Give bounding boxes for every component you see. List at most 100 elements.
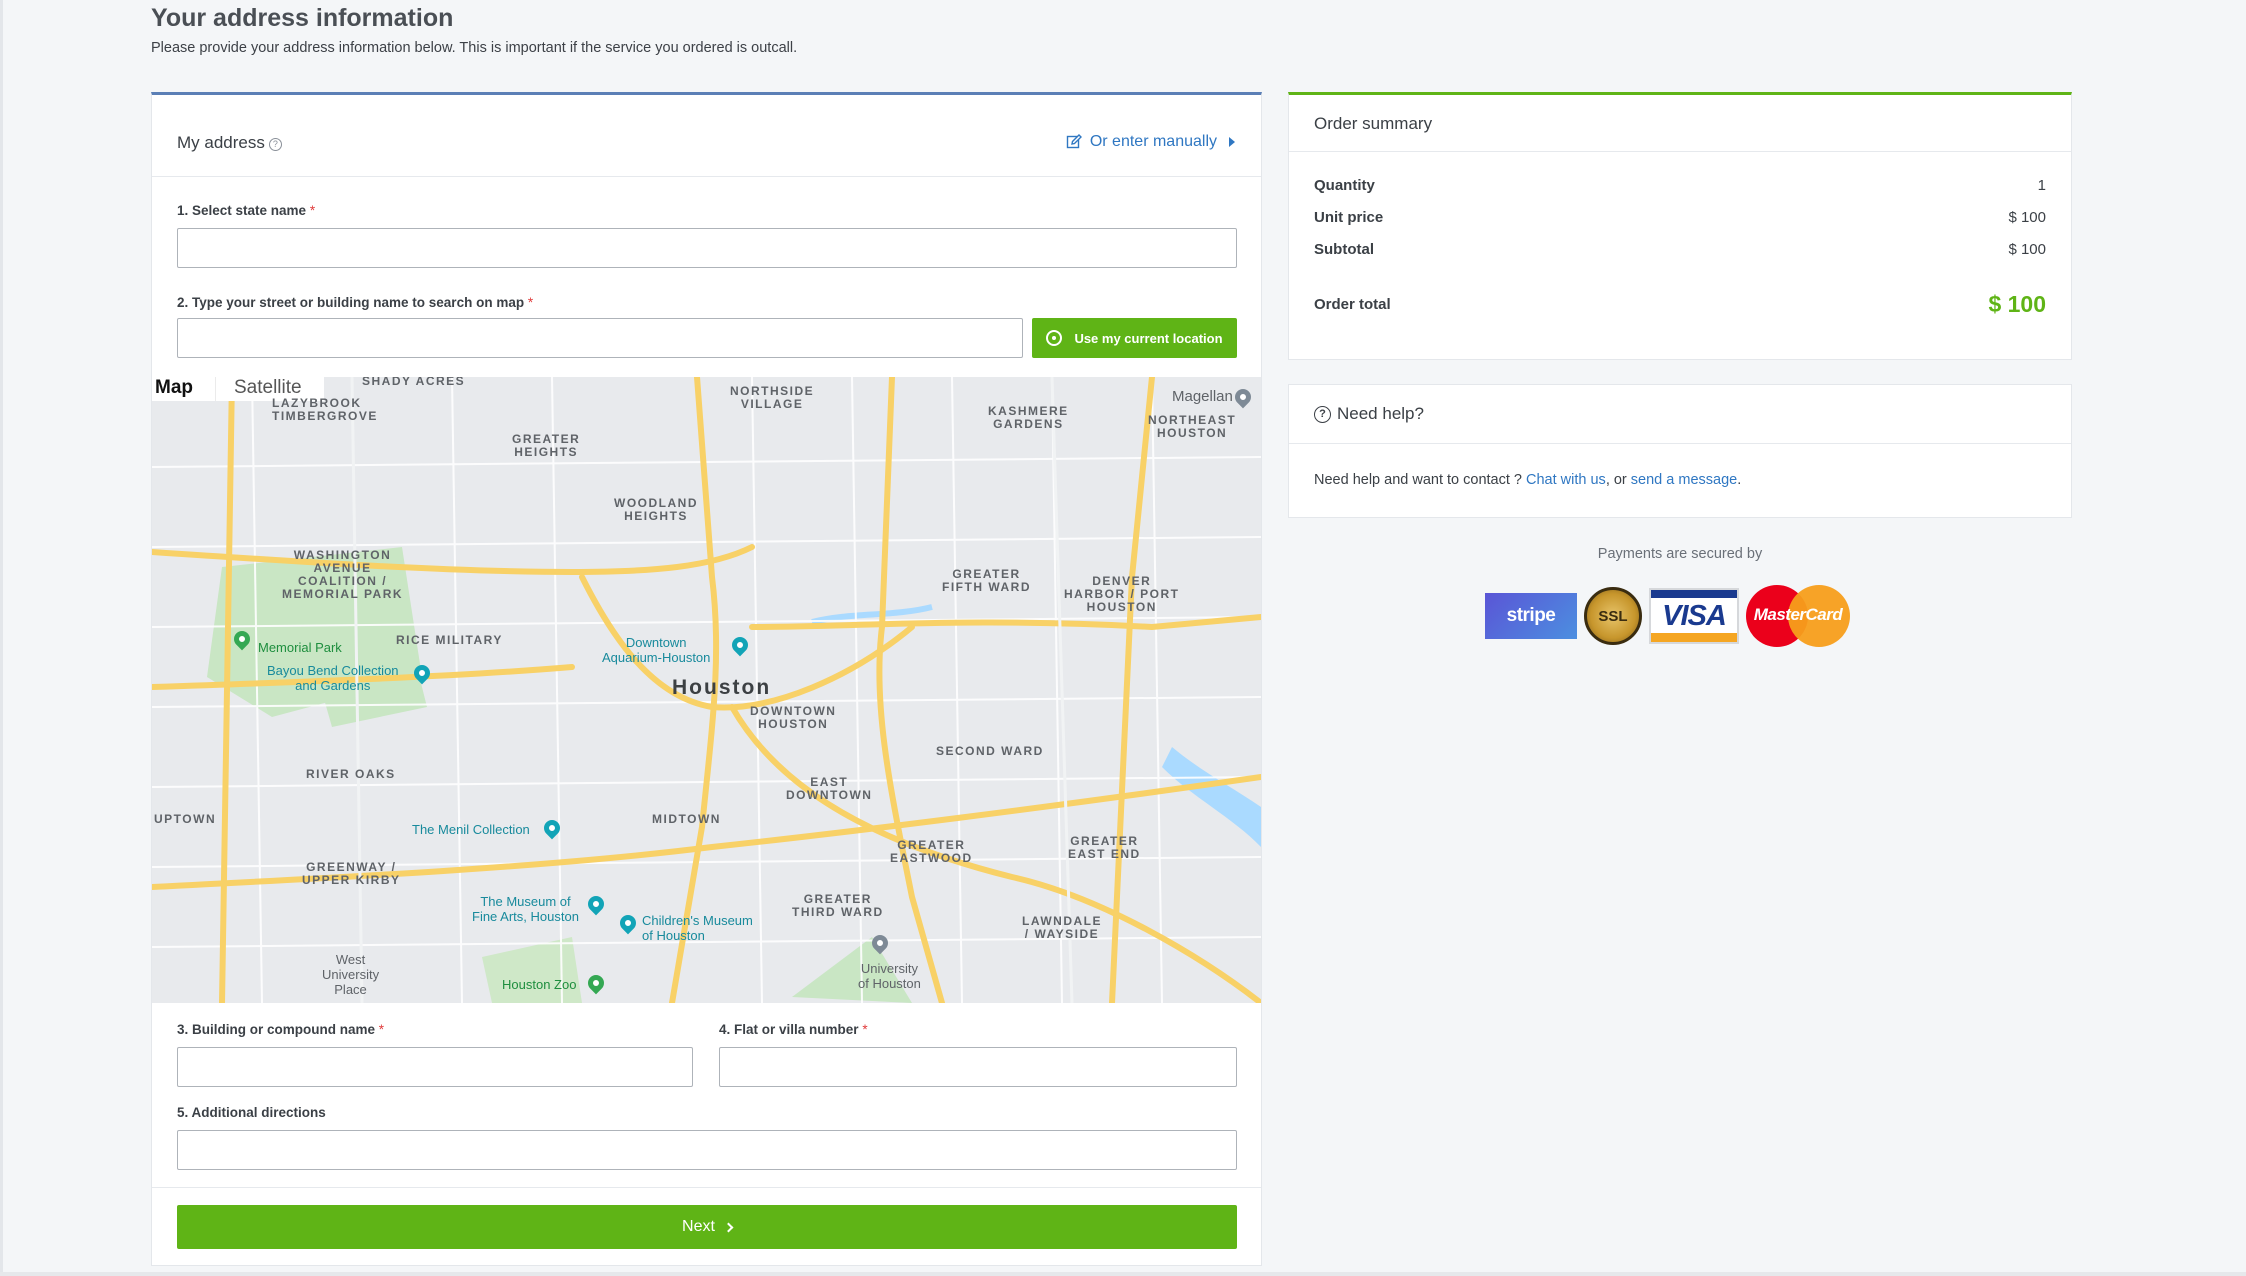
map-view[interactable]: Map Satellite SHADY ACRES LAZYBROOK TIMB… [152, 377, 1261, 1003]
my-address-title: My address? [177, 133, 282, 153]
payment-logos: stripe SSL VISA MasterCard [1485, 585, 1850, 647]
enter-manually-label: Or enter manually [1089, 133, 1217, 150]
summary-value: $ 100 [2008, 241, 2046, 258]
edit-icon [1066, 134, 1082, 149]
mastercard-logo: MasterCard [1746, 585, 1850, 647]
map-label-east-downtown: EAST DOWNTOWN [786, 775, 873, 802]
help-prefix: Need help and want to contact ? [1314, 472, 1527, 488]
visa-text: VISA [1662, 599, 1727, 632]
map-label-kashmere: KASHMERE GARDENS [988, 404, 1069, 431]
map-label-woodland-heights: WOODLAND HEIGHTS [614, 496, 698, 523]
use-current-location-button[interactable]: Use my current location [1032, 318, 1237, 358]
chat-with-us-link[interactable]: Chat with us [1526, 472, 1606, 488]
need-help-header: ? Need help? [1289, 385, 2071, 444]
address-card: My address? Or enter manually 1. Select … [151, 92, 1262, 1266]
poi-bayou-bend[interactable]: Bayou Bend Collection and Gardens [267, 663, 399, 693]
enter-manually-link[interactable]: Or enter manually [1066, 133, 1235, 151]
stripe-logo: stripe [1485, 593, 1577, 639]
map-label-greater-heights: GREATER HEIGHTS [512, 432, 581, 459]
summary-label: Quantity [1314, 177, 1375, 194]
page-bottom-border [0, 1272, 2246, 1276]
map-label-third-ward: GREATER THIRD WARD [792, 892, 884, 919]
order-total-label: Order total [1314, 296, 1391, 313]
map-label-fifth-ward: GREATER FIFTH WARD [942, 567, 1031, 594]
map-label-uptown: UPTOWN [154, 812, 217, 826]
map-label-downtown: DOWNTOWN HOUSTON [750, 704, 837, 731]
building-name-input[interactable] [177, 1047, 693, 1087]
order-total-value: $ 100 [1988, 291, 2046, 317]
map-label-greater-eastwood: GREATER EASTWOOD [890, 838, 973, 865]
summary-value: 1 [2037, 177, 2046, 194]
state-select-input[interactable] [177, 228, 1237, 268]
order-summary-title: Order summary [1314, 114, 1433, 133]
map-label-washington: WASHINGTON AVENUE COALITION / MEMORIAL P… [282, 548, 404, 601]
required-marker: * [862, 1022, 868, 1037]
poi-menil-collection[interactable]: The Menil Collection [412, 822, 530, 837]
street-label-text: 2. Type your street or building name to … [177, 295, 525, 310]
flat-label-text: 4. Flat or villa number [719, 1022, 859, 1037]
required-marker: * [527, 295, 534, 310]
map-label-midtown: MIDTOWN [652, 812, 721, 826]
order-summary-card: Order summary Quantity 1 Unit price $ 10… [1288, 92, 2072, 360]
page-title: Your address information [151, 4, 454, 32]
help-icon[interactable]: ? [268, 138, 282, 151]
map-label-greater-east-end: GREATER EAST END [1068, 834, 1141, 861]
poi-childrens-museum[interactable]: Children's Museum of Houston [642, 913, 753, 943]
form-footer-divider [152, 1187, 1261, 1188]
directions-label: 5. Additional directions [177, 1105, 326, 1120]
building-label: 3. Building or compound name * [177, 1022, 384, 1037]
need-help-card: ? Need help? Need help and want to conta… [1288, 384, 2072, 518]
map-label-northeast: NORTHEAST HOUSTON [1148, 413, 1237, 440]
poi-houston-zoo[interactable]: Houston Zoo [502, 977, 576, 992]
location-target-icon [1046, 330, 1063, 346]
poi-museum-fine-arts[interactable]: The Museum of Fine Arts, Houston [472, 894, 579, 924]
need-help-title: ? Need help? [1314, 404, 1424, 424]
payments-secured-text: Payments are secured by [1597, 546, 1763, 562]
page-subtitle: Please provide your address information … [151, 40, 798, 56]
question-circle-icon: ? [1314, 405, 1331, 423]
additional-directions-input[interactable] [177, 1130, 1237, 1170]
summary-label: Subtotal [1314, 241, 1374, 258]
required-marker: * [378, 1022, 385, 1037]
chevron-right-icon [723, 1222, 734, 1232]
next-label: Next [682, 1218, 715, 1235]
use-current-location-label: Use my current location [1074, 330, 1223, 346]
map-label-lawndale: LAWNDALE / WAYSIDE [1022, 914, 1102, 941]
poi-memorial-park[interactable]: Memorial Park [258, 640, 342, 655]
map-city-houston: Houston [672, 676, 772, 699]
map-label-timbergrove: TIMBERGROVE [272, 409, 378, 423]
map-label-rice-military: RICE MILITARY [396, 633, 503, 647]
visa-logo: VISA [1649, 588, 1739, 644]
street-label: 2. Type your street or building name to … [177, 295, 533, 310]
help-middle: , or [1605, 472, 1631, 488]
state-label-text: 1. Select state name [177, 203, 307, 218]
summary-value: $ 100 [2008, 209, 2046, 226]
map-label-magellan: Magellan [1172, 388, 1233, 405]
help-suffix: . [1737, 472, 1742, 488]
poi-university-houston[interactable]: University of Houston [858, 961, 921, 991]
need-help-label: Need help? [1337, 404, 1424, 423]
map-label-river-oaks: RIVER OAKS [306, 767, 396, 781]
state-label: 1. Select state name * [177, 203, 315, 218]
flat-label: 4. Flat or villa number * [719, 1022, 868, 1037]
next-button[interactable]: Next [177, 1205, 1237, 1249]
address-card-header: My address? Or enter manually [152, 95, 1261, 177]
poi-downtown-aquarium[interactable]: Downtown Aquarium-Houston [602, 635, 710, 665]
summary-row-total: Order total $ 100 [1314, 291, 2046, 318]
required-marker: * [309, 203, 316, 218]
map-label-denver-harbor: DENVER HARBOR / PORT HOUSTON [1064, 574, 1180, 614]
order-summary-header: Order summary [1289, 95, 2071, 152]
street-search-input[interactable] [177, 318, 1023, 358]
mastercard-text: MasterCard [1753, 605, 1843, 624]
summary-row-subtotal: Subtotal $ 100 [1314, 241, 2046, 258]
summary-label: Unit price [1314, 209, 1384, 226]
send-message-link[interactable]: send a message [1631, 472, 1737, 488]
summary-row-unit-price: Unit price $ 100 [1314, 209, 2046, 226]
ssl-seal-icon: SSL [1584, 587, 1642, 645]
need-help-text: Need help and want to contact ? Chat wit… [1314, 472, 1741, 488]
map-label-shady-acres: SHADY ACRES [362, 377, 466, 388]
map-label-northside: NORTHSIDE VILLAGE [730, 384, 815, 411]
map-label-west-university: West University Place [322, 952, 380, 997]
flat-number-input[interactable] [719, 1047, 1237, 1087]
map-tab-map[interactable]: Map [152, 377, 215, 401]
